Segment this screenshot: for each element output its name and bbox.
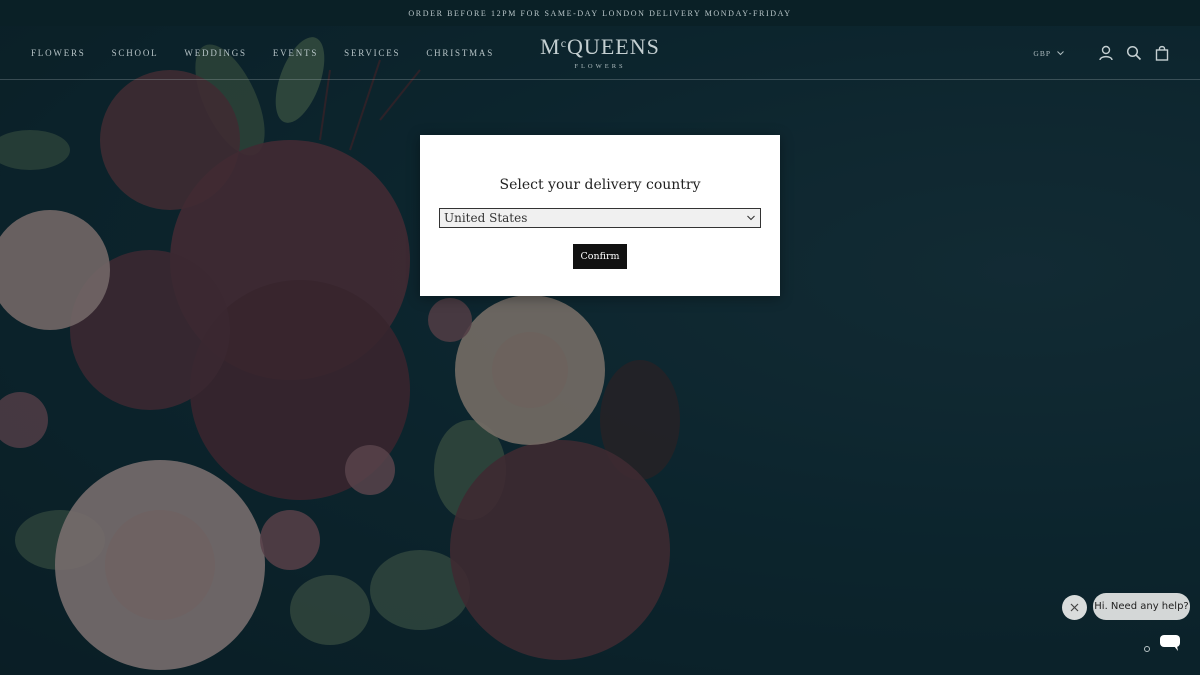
site-logo[interactable]: McQUEENS FLOWERS xyxy=(530,34,670,70)
chat-status-dot xyxy=(1144,646,1150,652)
site-header: FLOWERS SCHOOL WEDDINGS EVENTS SERVICES … xyxy=(0,26,1200,80)
announcement-bar: ORDER BEFORE 12PM FOR SAME-DAY LONDON DE… xyxy=(0,0,1200,26)
chat-prompt-bubble[interactable]: Hi. Need any help? xyxy=(1093,593,1190,620)
currency-label: GBP xyxy=(1033,48,1051,58)
nav-item-services[interactable]: SERVICES xyxy=(344,48,400,58)
country-select-value: United States xyxy=(444,211,528,225)
nav-item-events[interactable]: EVENTS xyxy=(273,48,318,58)
delivery-country-modal: Select your delivery country United Stat… xyxy=(420,135,780,296)
chevron-down-icon xyxy=(1057,49,1064,58)
modal-overlay[interactable] xyxy=(0,0,1200,675)
account-icon[interactable] xyxy=(1098,45,1114,61)
announcement-text: ORDER BEFORE 12PM FOR SAME-DAY LONDON DE… xyxy=(408,8,792,18)
main-nav: FLOWERS SCHOOL WEDDINGS EVENTS SERVICES … xyxy=(31,26,520,80)
modal-title: Select your delivery country xyxy=(499,177,701,193)
chat-icon xyxy=(1159,634,1181,657)
chat-launcher-button[interactable] xyxy=(1152,631,1188,659)
nav-item-school[interactable]: SCHOOL xyxy=(112,48,159,58)
nav-item-weddings[interactable]: WEDDINGS xyxy=(184,48,246,58)
close-icon xyxy=(1070,599,1079,617)
chevron-down-icon xyxy=(746,213,756,223)
confirm-button[interactable]: Confirm xyxy=(573,244,627,269)
header-actions: GBP xyxy=(1033,26,1170,80)
logo-subtitle: FLOWERS xyxy=(574,63,626,70)
search-icon[interactable] xyxy=(1126,45,1142,61)
logo-wordmark: McQUEENS xyxy=(540,34,660,59)
chat-prompt-text: Hi. Need any help? xyxy=(1094,601,1189,612)
cart-icon[interactable] xyxy=(1154,45,1170,61)
country-select[interactable]: United States xyxy=(439,208,761,228)
nav-item-flowers[interactable]: FLOWERS xyxy=(31,48,86,58)
currency-selector[interactable]: GBP xyxy=(1033,49,1064,58)
nav-item-christmas[interactable]: CHRISTMAS xyxy=(426,48,494,58)
chat-close-button[interactable] xyxy=(1062,595,1087,620)
